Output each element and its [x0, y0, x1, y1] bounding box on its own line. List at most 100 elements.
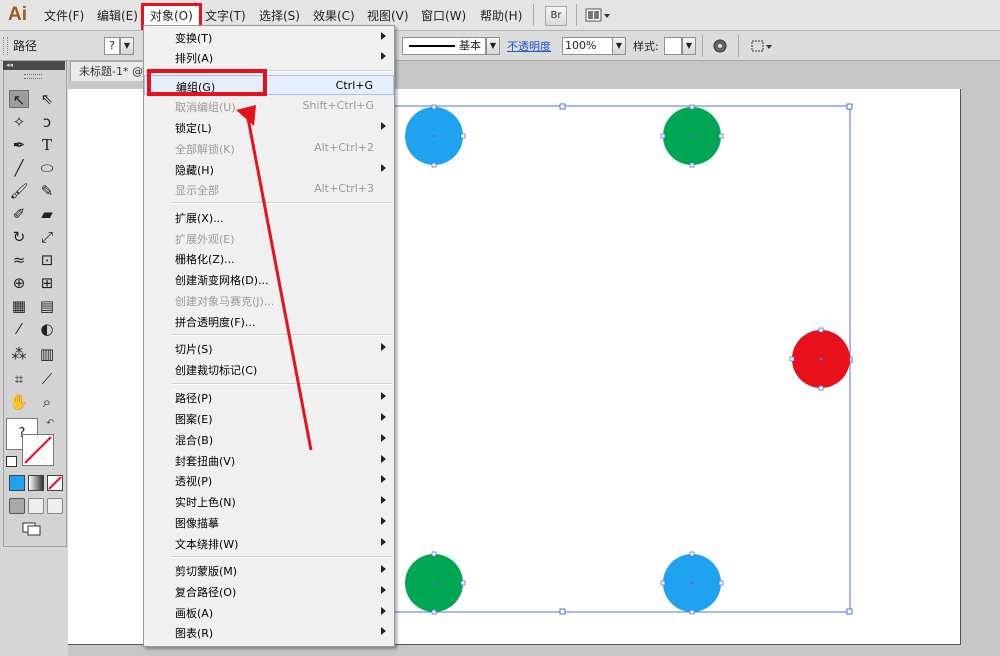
paintbrush-icon: 🖌: [9, 182, 29, 200]
scale-tool[interactable]: ⤢: [37, 228, 57, 246]
pencil-tool[interactable]: ✎: [37, 182, 57, 200]
menu-window[interactable]: 窗口(W): [421, 7, 466, 24]
hand-tool[interactable]: ✋: [9, 393, 29, 411]
lasso-icon: ↄ: [42, 113, 52, 131]
type-tool[interactable]: T: [37, 136, 57, 154]
menu-item-shortcut: Alt+Ctrl+3: [314, 182, 374, 195]
circle-bottom-left[interactable]: [405, 554, 463, 612]
menu-select[interactable]: 选择(S): [259, 7, 300, 24]
column-graph-tool[interactable]: ▥: [37, 345, 57, 363]
pen-icon: ✒: [12, 136, 26, 154]
menu-item-label: 变换(T): [175, 32, 213, 45]
submenu-arrow-icon: [381, 627, 386, 635]
direct-selection-tool[interactable]: ⇖: [37, 90, 57, 108]
paintbrush-tool[interactable]: 🖌: [9, 182, 29, 200]
brush-field[interactable]: 基本: [402, 37, 486, 55]
menu-item-clipping-mask[interactable]: 剪切蒙版(M): [144, 560, 394, 580]
align-to-button[interactable]: [750, 38, 774, 54]
gradient-tool[interactable]: ▤: [37, 297, 57, 315]
pen-tool[interactable]: ✒: [9, 136, 29, 154]
menu-item-graph[interactable]: 图表(R): [144, 622, 394, 642]
menu-item-compound-path[interactable]: 复合路径(O): [144, 581, 394, 601]
menu-item-label: 混合(B): [175, 434, 214, 447]
mesh-tool[interactable]: ▦: [9, 297, 29, 315]
brush-dropdown[interactable]: ▼: [486, 37, 500, 55]
selection-tool[interactable]: ↖: [9, 90, 29, 109]
eraser-tool[interactable]: ▰: [37, 205, 57, 223]
menu-item-arrange[interactable]: 排列(A): [144, 47, 394, 67]
screen-mode-button[interactable]: [22, 522, 42, 536]
menu-item-text-wrap[interactable]: 文本绕排(W): [144, 533, 394, 553]
menu-item-label: 扩展(X)...: [175, 212, 224, 225]
menu-separator: [172, 556, 392, 558]
ellipse-icon: ⬭: [40, 159, 54, 177]
shape-builder-tool[interactable]: ⊕: [9, 274, 29, 292]
zoom-icon: ⌕: [42, 393, 52, 411]
hand-icon: ✋: [9, 393, 29, 411]
toolbox-header[interactable]: ◂◂: [3, 61, 65, 70]
opacity-field[interactable]: 100%: [562, 37, 614, 55]
eyedropper-tool[interactable]: ⁄: [9, 320, 29, 338]
circle-top-right[interactable]: [663, 107, 721, 165]
symbol-sprayer-tool[interactable]: ⁂: [9, 345, 29, 363]
lasso-tool[interactable]: ↄ: [37, 113, 57, 131]
free-transform-tool[interactable]: ⊡: [37, 251, 57, 269]
zoom-tool[interactable]: ⌕: [37, 393, 57, 411]
swap-colors-icon[interactable]: ↶: [46, 418, 54, 429]
draw-inside-button[interactable]: [47, 498, 63, 514]
artboard-tool[interactable]: ⌗: [9, 370, 29, 388]
ellipse-tool[interactable]: ⬭: [37, 159, 57, 177]
stroke-swatch[interactable]: [22, 434, 54, 466]
opacity-link[interactable]: 不透明度: [507, 38, 551, 54]
menu-item-perspective[interactable]: 透视(P): [144, 470, 394, 490]
warp-icon: ≈: [12, 251, 26, 269]
stroke-dropdown[interactable]: ▼: [120, 37, 134, 55]
menu-item-transform[interactable]: 变换(T): [144, 27, 394, 47]
column-graph-icon: ▥: [39, 345, 55, 363]
magic-wand-tool[interactable]: ✧: [9, 113, 29, 131]
menu-item-label: 封套扭曲(V): [175, 455, 236, 468]
circle-bottom-right[interactable]: [663, 554, 721, 612]
menu-type[interactable]: 文字(T): [205, 7, 246, 24]
bridge-button[interactable]: Br: [545, 6, 567, 26]
perspective-grid-tool[interactable]: ⊞: [37, 274, 57, 292]
default-colors-icon[interactable]: [6, 456, 17, 467]
controlbar-divider: [702, 35, 703, 57]
app-logo: Ai: [8, 4, 27, 25]
color-mode-button[interactable]: [9, 475, 25, 491]
draw-behind-button[interactable]: [28, 498, 44, 514]
style-dropdown[interactable]: ▼: [682, 37, 696, 55]
menu-item-label: 实时上色(N): [175, 496, 236, 509]
eyedropper-icon: ⁄: [17, 320, 21, 338]
symbol-sprayer-icon: ⁂: [11, 345, 27, 363]
arrange-documents-button[interactable]: [585, 7, 611, 23]
menu-item-live-paint[interactable]: 实时上色(N): [144, 491, 394, 511]
collapse-icon[interactable]: ◂◂: [6, 61, 13, 70]
document-tab[interactable]: 未标题-1* @: [70, 61, 150, 81]
circle-top-left[interactable]: [405, 107, 463, 165]
menu-edit[interactable]: 编辑(E): [97, 7, 138, 24]
blob-brush-tool[interactable]: ✐: [9, 205, 29, 223]
rotate-tool[interactable]: ↻: [9, 228, 29, 246]
screen-mode-icon: [22, 522, 41, 536]
style-swatch[interactable]: [664, 37, 682, 55]
opacity-dropdown[interactable]: ▼: [612, 37, 626, 55]
slice-tool[interactable]: ⟋: [37, 370, 57, 388]
draw-normal-button[interactable]: [9, 498, 25, 514]
warp-tool[interactable]: ≈: [9, 251, 29, 269]
line-tool[interactable]: ╱: [9, 159, 29, 177]
stroke-line-icon: [409, 45, 455, 47]
menu-file[interactable]: 文件(F): [44, 7, 84, 24]
blend-tool[interactable]: ◐: [37, 320, 57, 338]
menu-effect[interactable]: 效果(C): [313, 7, 355, 24]
menu-view[interactable]: 视图(V): [367, 7, 409, 24]
recolor-artwork-button[interactable]: [712, 38, 728, 54]
menu-item-artboards[interactable]: 画板(A): [144, 602, 394, 622]
none-mode-button[interactable]: [47, 475, 63, 491]
gradient-mode-button[interactable]: [28, 475, 44, 491]
grip-icon: [3, 37, 8, 55]
stroke-unknown-field[interactable]: ?: [104, 37, 120, 55]
circle-right[interactable]: [792, 330, 850, 388]
menu-item-image-trace[interactable]: 图像描摹: [144, 512, 394, 532]
menu-help[interactable]: 帮助(H): [480, 7, 522, 24]
